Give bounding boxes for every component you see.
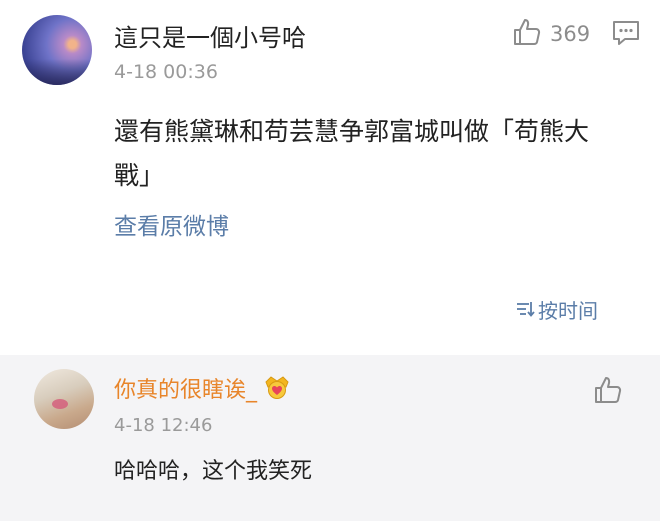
crown-heart-badge-icon xyxy=(263,373,291,403)
comment-like-button[interactable] xyxy=(593,375,623,409)
avatar-image-detail xyxy=(22,59,92,85)
avatar[interactable] xyxy=(22,15,92,85)
comment-timestamp: 4-18 12:46 xyxy=(114,415,213,436)
comment-username-row: 你真的很瞎诶_ xyxy=(114,372,291,404)
weibo-post: 這只是一個小号哈 4-18 00:36 369 還有熊黛琳和苟芸慧争郭富城叫做「… xyxy=(0,0,660,355)
comment-text: 哈哈哈，这个我笑死 xyxy=(114,459,313,484)
sort-label: 按时间 xyxy=(538,299,598,323)
like-button[interactable]: 369 xyxy=(512,17,590,51)
comment-item: 你真的很瞎诶_ 4-18 12:46 哈哈哈，这个我笑死 xyxy=(0,355,660,521)
view-original-weibo-link[interactable]: 查看原微博 xyxy=(114,207,229,241)
avatar-image-detail xyxy=(52,399,68,409)
like-count: 369 xyxy=(550,22,591,46)
post-body-text: 還有熊黛琳和苟芸慧争郭富城叫做「苟熊大戰」 xyxy=(114,117,590,190)
post-timestamp: 4-18 00:36 xyxy=(114,61,218,83)
sort-by-time-button[interactable]: 按时间 xyxy=(514,295,598,324)
thumbs-up-icon xyxy=(593,375,623,409)
comment-username[interactable]: 你真的很瞎诶_ xyxy=(114,372,257,404)
thumbs-up-icon xyxy=(512,17,542,51)
comment-bubble-icon[interactable] xyxy=(612,20,640,50)
comment-avatar[interactable] xyxy=(34,369,94,429)
sort-list-icon xyxy=(514,298,536,322)
post-username[interactable]: 這只是一個小号哈 xyxy=(114,18,306,53)
